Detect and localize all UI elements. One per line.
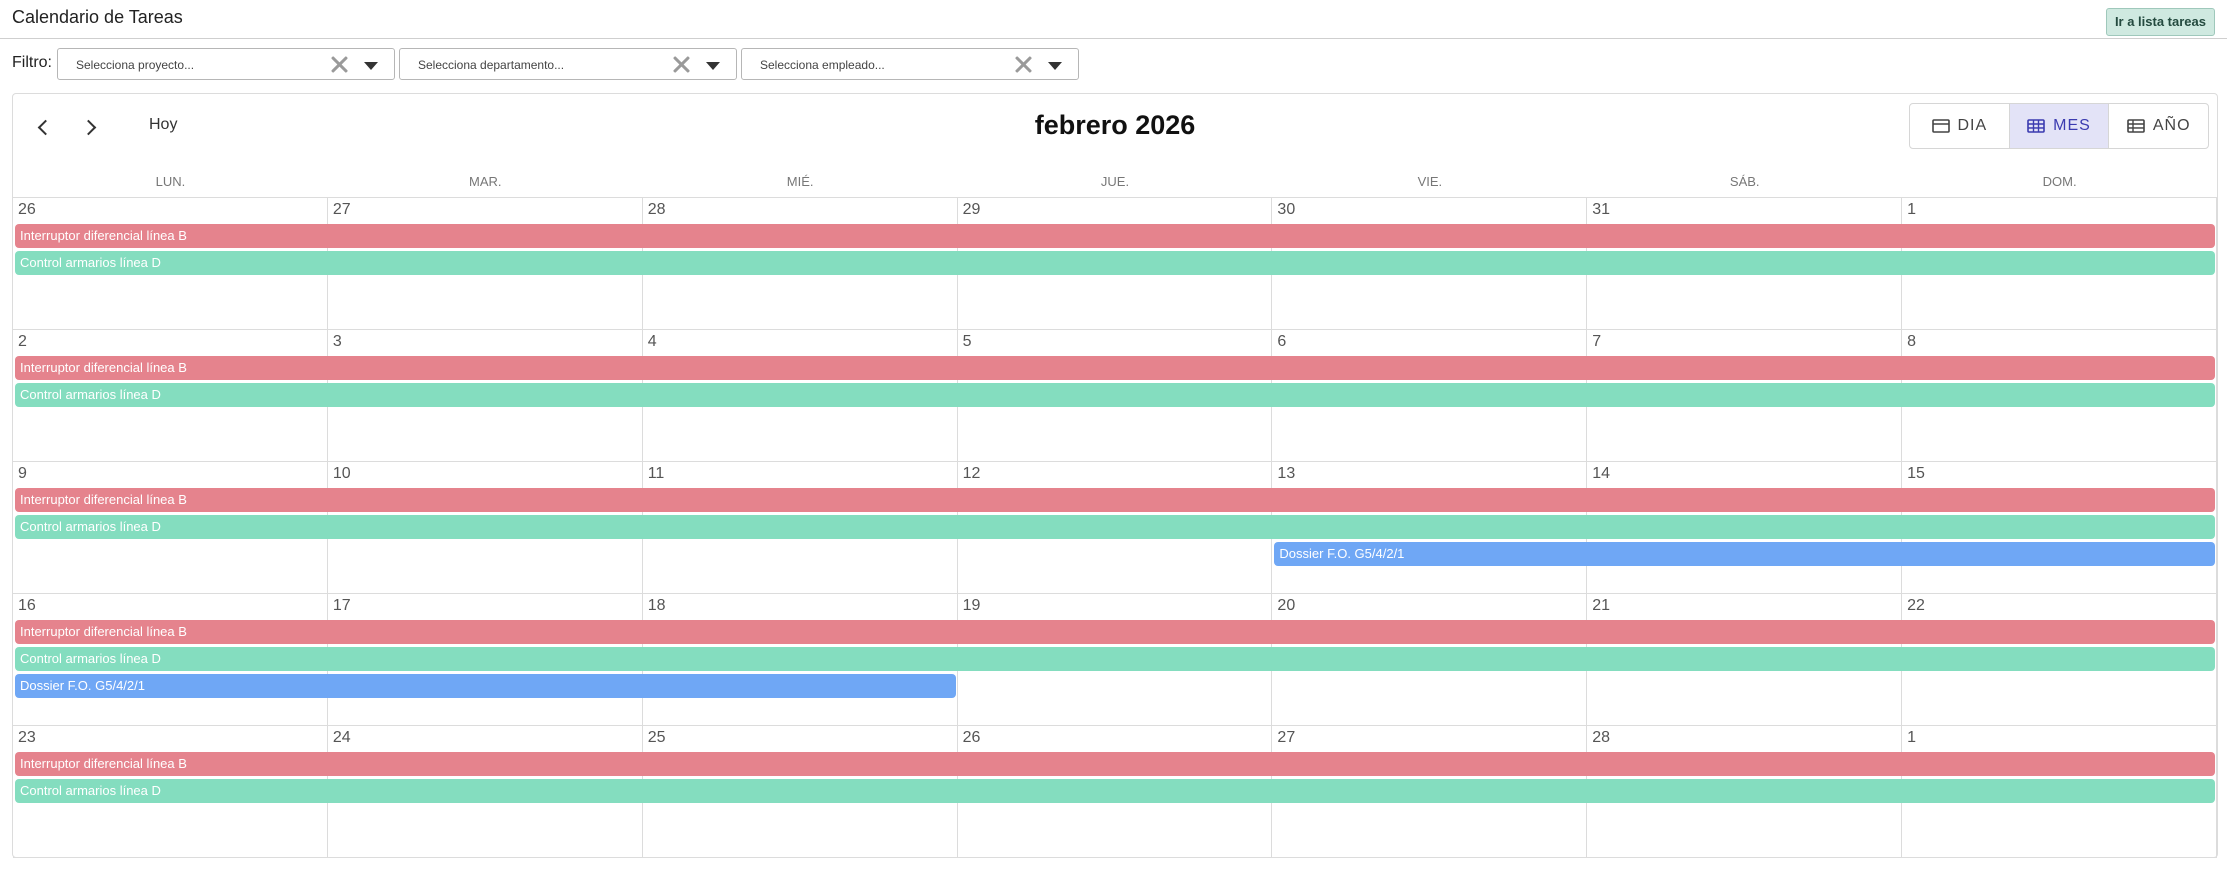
day-number: 2 [18, 333, 27, 350]
day-number: 13 [1277, 465, 1296, 482]
calendar-event[interactable]: Control armarios línea D [15, 647, 2215, 671]
view-month-label: MES [2053, 117, 2091, 134]
day-number: 21 [1592, 597, 1611, 614]
day-number: 3 [332, 333, 342, 350]
month-view-icon [2027, 119, 2045, 133]
calendar-event[interactable]: Control armarios línea D [15, 383, 2215, 407]
day-number: 1 [1907, 729, 1917, 746]
clear-icon[interactable] [672, 55, 690, 73]
day-number: 14 [1592, 465, 1611, 482]
day-number: 30 [1277, 201, 1296, 218]
go-to-task-list-button[interactable]: Ir a lista tareas [2105, 8, 2215, 36]
day-number: 23 [18, 729, 36, 746]
weekday-label: SÁB. [1729, 174, 1760, 189]
calendar-event[interactable]: Interruptor diferencial línea B [15, 620, 2215, 644]
employee-select-placeholder: Selecciona empleado... [760, 58, 885, 72]
day-number: 28 [1592, 729, 1611, 746]
weekday-label: LUN. [155, 174, 186, 189]
calendar: Hoy febrero 2026 DIA MES AÑO LUN. MAR. M… [12, 93, 2218, 858]
day-number: 26 [962, 729, 981, 746]
calendar-event[interactable]: Control armarios línea D [15, 515, 2215, 539]
day-number: 22 [1907, 597, 1925, 614]
view-year-button[interactable]: AÑO [2109, 104, 2208, 148]
calendar-event[interactable]: Interruptor diferencial línea B [15, 752, 2215, 776]
filter-label: Filtro: [12, 54, 52, 71]
calendar-week: 23 24 25 26 27 28 1 Interruptor diferencial lín… [13, 726, 2217, 858]
weekday-label: MAR. [469, 174, 502, 189]
day-number: 24 [332, 729, 351, 746]
weekday-label: DOM. [2042, 174, 2077, 189]
page-title: Calendario de Tareas [12, 7, 183, 27]
filter-bar: Filtro: Selecciona proyecto... Seleccion… [0, 46, 2227, 82]
weekday-label: JUE. [1100, 174, 1130, 189]
view-switcher: DIA MES AÑO [1909, 103, 2209, 149]
page-header: Calendario de Tareas Ir a lista tareas [0, 0, 2227, 39]
day-number: 31 [1592, 201, 1611, 218]
day-number: 16 [18, 597, 36, 614]
day-number: 7 [1592, 333, 1602, 350]
employee-select[interactable]: Selecciona empleado... [741, 48, 1079, 80]
calendar-event[interactable]: Dossier F.O. G5/4/2/1 [1274, 542, 2215, 566]
clear-icon[interactable] [330, 55, 348, 73]
day-number: 15 [1907, 465, 1925, 482]
view-day-label: DIA [1957, 117, 1988, 134]
day-number: 6 [1277, 333, 1287, 350]
month-title: febrero 2026 [1034, 110, 1196, 140]
day-number: 9 [18, 465, 27, 482]
day-number: 29 [962, 201, 981, 218]
day-number: 26 [18, 201, 36, 218]
day-number: 27 [332, 201, 351, 218]
calendar-event[interactable]: Control armarios línea D [15, 251, 2215, 275]
view-month-button[interactable]: MES [2009, 104, 2110, 148]
calendar-event[interactable]: Interruptor diferencial línea B [15, 488, 2215, 512]
calendar-event[interactable]: Dossier F.O. G5/4/2/1 [15, 674, 956, 698]
view-year-label: AÑO [2152, 117, 2191, 134]
calendar-week: 16 17 18 19 20 21 22 Interruptor diferencial lí… [13, 594, 2217, 726]
chevron-down-icon[interactable] [706, 62, 720, 70]
day-number: 18 [647, 597, 666, 614]
calendar-event[interactable]: Control armarios línea D [15, 779, 2215, 803]
weekday-label: MIÉ. [786, 174, 814, 189]
day-view-icon [1931, 119, 1950, 133]
day-number: 11 [647, 465, 665, 482]
day-number: 27 [1277, 729, 1296, 746]
department-select[interactable]: Selecciona departamento... [399, 48, 737, 80]
year-view-icon [2127, 119, 2145, 133]
calendar-week: 26 27 28 29 30 31 1 Interruptor diferencial lín… [13, 198, 2217, 330]
day-number: 5 [962, 333, 972, 350]
calendar-event[interactable]: Interruptor diferencial línea B [15, 224, 2215, 248]
chevron-down-icon[interactable] [364, 62, 378, 70]
view-day-button[interactable]: DIA [1910, 104, 2010, 148]
day-number: 1 [1907, 201, 1917, 218]
department-select-placeholder: Selecciona departamento... [418, 58, 565, 72]
day-number: 10 [332, 465, 351, 482]
project-select[interactable]: Selecciona proyecto... [57, 48, 395, 80]
calendar-week: 2 3 4 5 6 7 8 Interruptor diferencial línea B Co… [13, 330, 2217, 462]
project-select-placeholder: Selecciona proyecto... [76, 58, 195, 72]
day-number: 20 [1277, 597, 1296, 614]
calendar-event[interactable]: Interruptor diferencial línea B [15, 356, 2215, 380]
weekday-header: LUN. MAR. MIÉ. JUE. VIE. SÁB. DOM. [13, 160, 2217, 198]
day-number: 12 [962, 465, 981, 482]
day-number: 28 [647, 201, 666, 218]
calendar-week: 9 10 11 12 13 14 15 Interruptor diferencial lín… [13, 462, 2217, 594]
day-number: 25 [647, 729, 666, 746]
weekday-label: VIE. [1417, 174, 1443, 189]
day-number: 17 [332, 597, 351, 614]
day-number: 4 [647, 333, 657, 350]
calendar-toolbar: Hoy febrero 2026 DIA MES AÑO [13, 94, 2217, 160]
day-number: 8 [1907, 333, 1917, 350]
clear-icon[interactable] [1014, 55, 1032, 73]
chevron-down-icon[interactable] [1048, 62, 1062, 70]
day-number: 19 [962, 597, 981, 614]
month-grid: 26 27 28 29 30 31 1 Interruptor diferencial lín… [13, 198, 2217, 858]
